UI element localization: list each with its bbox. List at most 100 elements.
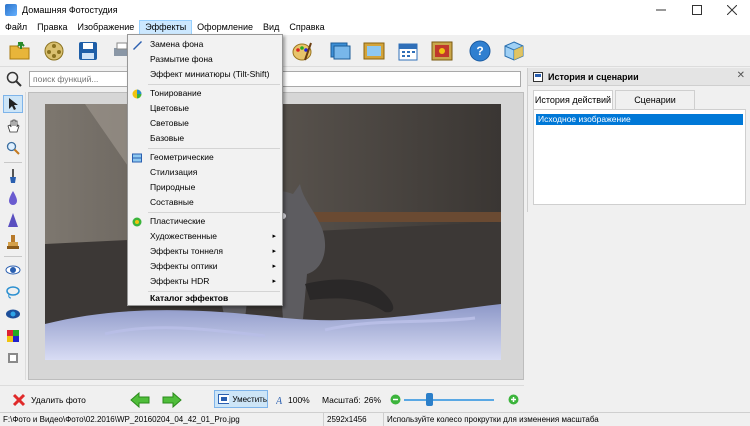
menu-effects[interactable]: Эффекты — [139, 20, 193, 35]
svg-text:A: A — [276, 396, 283, 406]
menu-item-color[interactable]: Цветовые — [128, 101, 282, 116]
stamp-tool[interactable] — [3, 233, 23, 251]
brush-icon — [133, 41, 142, 50]
brush-icon — [10, 169, 16, 183]
menu-item-tunnel[interactable]: Эффекты тоннеля ▸ — [128, 244, 282, 259]
menu-item-tilt-shift[interactable]: Эффект миниатюры (Tilt-Shift) — [128, 67, 282, 82]
color-wheel-icon — [132, 89, 142, 99]
fit-button[interactable]: Уместить — [214, 390, 268, 408]
package-button[interactable] — [502, 39, 526, 63]
menu-item-natural[interactable]: Природные — [128, 180, 282, 195]
zoom-slider-thumb[interactable] — [425, 393, 433, 406]
title-bar: Домашняя Фотостудия — [0, 0, 750, 20]
red-eye-icon — [6, 309, 20, 319]
zoom-label: Масштаб: — [322, 394, 361, 405]
window-title: Домашняя Фотостудия — [22, 5, 118, 15]
triangle-icon — [8, 213, 18, 227]
menu-item-composite[interactable]: Составные — [128, 195, 282, 210]
red-eye-tool[interactable] — [3, 305, 23, 323]
submenu-arrow-icon: ▸ — [272, 233, 276, 240]
menu-item-geometric[interactable]: Геометрические — [128, 150, 282, 165]
svg-text:?: ? — [476, 44, 483, 58]
menu-item-effects-catalog[interactable]: Каталог эффектов — [128, 291, 282, 306]
zoom-out-icon — [390, 394, 401, 405]
menu-help[interactable]: Справка — [284, 20, 329, 35]
fit-label: Уместить — [232, 394, 267, 404]
maximize-button[interactable] — [679, 0, 715, 20]
color-tool[interactable] — [3, 327, 23, 345]
menu-image[interactable]: Изображение — [73, 20, 140, 35]
lasso-tool[interactable] — [3, 283, 23, 301]
sharpen-tool[interactable] — [3, 211, 23, 229]
hand-tool[interactable] — [3, 117, 23, 135]
panel-title: История и сценарии — [548, 71, 639, 82]
menu-item-background-blur[interactable]: Размытие фона — [128, 52, 282, 67]
menu-item-basic[interactable]: Базовые — [128, 131, 282, 146]
menu-design[interactable]: Оформление — [192, 20, 258, 35]
menu-item-toning[interactable]: Тонирование — [128, 86, 282, 101]
frame-icon — [363, 42, 385, 60]
menu-item-artistic[interactable]: Художественные ▸ — [128, 229, 282, 244]
menu-item-plastic[interactable]: Пластические — [128, 214, 282, 229]
film-reel-icon — [44, 41, 64, 61]
picture-icon — [330, 42, 351, 60]
menu-item-light[interactable]: Световые — [128, 116, 282, 131]
actual-size-button[interactable]: A 100% — [276, 386, 310, 413]
menu-view[interactable]: Вид — [258, 20, 284, 35]
menu-item-hdr[interactable]: Эффекты HDR ▸ — [128, 274, 282, 289]
previous-photo-button[interactable] — [130, 386, 150, 413]
crop-tool[interactable] — [3, 349, 23, 367]
menu-file[interactable]: Файл — [0, 20, 32, 35]
package-icon — [504, 41, 524, 61]
retouch-tool[interactable] — [3, 167, 23, 185]
calendar-button[interactable] — [396, 39, 420, 63]
picture-effects-button[interactable] — [328, 39, 352, 63]
palette-button[interactable] — [290, 39, 314, 63]
magnifier-icon — [6, 141, 20, 155]
save-button[interactable] — [76, 39, 100, 63]
plastic-icon — [132, 217, 142, 227]
menu-edit[interactable]: Правка — [32, 20, 72, 35]
status-dimensions: 2592x1456 — [324, 413, 384, 426]
panel-icon — [533, 71, 543, 82]
collage-button[interactable] — [430, 39, 454, 63]
help-button[interactable]: ? — [468, 39, 492, 63]
frame-button[interactable] — [362, 39, 386, 63]
close-window-button[interactable] — [714, 0, 750, 20]
tab-scenarios[interactable]: Сценарии — [615, 90, 695, 109]
bottom-bar: Удалить фото Уместить A 100% Масштаб: 26… — [0, 385, 524, 412]
menu-item-optics[interactable]: Эффекты оптики ▸ — [128, 259, 282, 274]
submenu-arrow-icon: ▸ — [272, 263, 276, 270]
zoom-slider-track[interactable] — [404, 399, 494, 401]
contrast-tool[interactable] — [3, 261, 23, 279]
geometric-icon — [132, 153, 142, 163]
zoom-tool[interactable] — [3, 139, 23, 157]
delete-photo-button[interactable]: Удалить фото — [12, 386, 86, 413]
zoom-out-button[interactable] — [390, 386, 401, 413]
pointer-tool[interactable] — [3, 95, 23, 113]
next-photo-button[interactable] — [162, 386, 182, 413]
submenu-arrow-icon: ▸ — [272, 278, 276, 285]
menu-item-stylization[interactable]: Стилизация — [128, 165, 282, 180]
blur-tool[interactable] — [3, 189, 23, 207]
delete-photo-label: Удалить фото — [31, 394, 86, 405]
film-reel-button[interactable] — [42, 39, 66, 63]
fit-icon — [218, 394, 230, 404]
history-panel: История и сценарии ✕ История действий Сц… — [527, 68, 750, 212]
panel-close-button[interactable]: ✕ — [737, 70, 745, 81]
open-folder-icon — [9, 41, 30, 60]
zoom-value: 26% — [364, 394, 382, 405]
actual-size-label: 100% — [288, 394, 310, 405]
close-icon — [727, 5, 737, 15]
search-icon — [6, 71, 22, 87]
zoom-in-button[interactable] — [508, 386, 519, 413]
delete-icon — [12, 393, 26, 406]
help-icon: ? — [469, 40, 491, 62]
open-folder-button[interactable] — [8, 39, 32, 63]
arrow-left-icon — [130, 391, 150, 408]
minimize-button[interactable] — [643, 0, 679, 20]
history-item[interactable]: Исходное изображение — [536, 114, 743, 125]
tab-history[interactable]: История действий — [533, 90, 613, 110]
search-button[interactable] — [4, 70, 24, 88]
menu-item-background-replace[interactable]: Замена фона — [128, 37, 282, 52]
